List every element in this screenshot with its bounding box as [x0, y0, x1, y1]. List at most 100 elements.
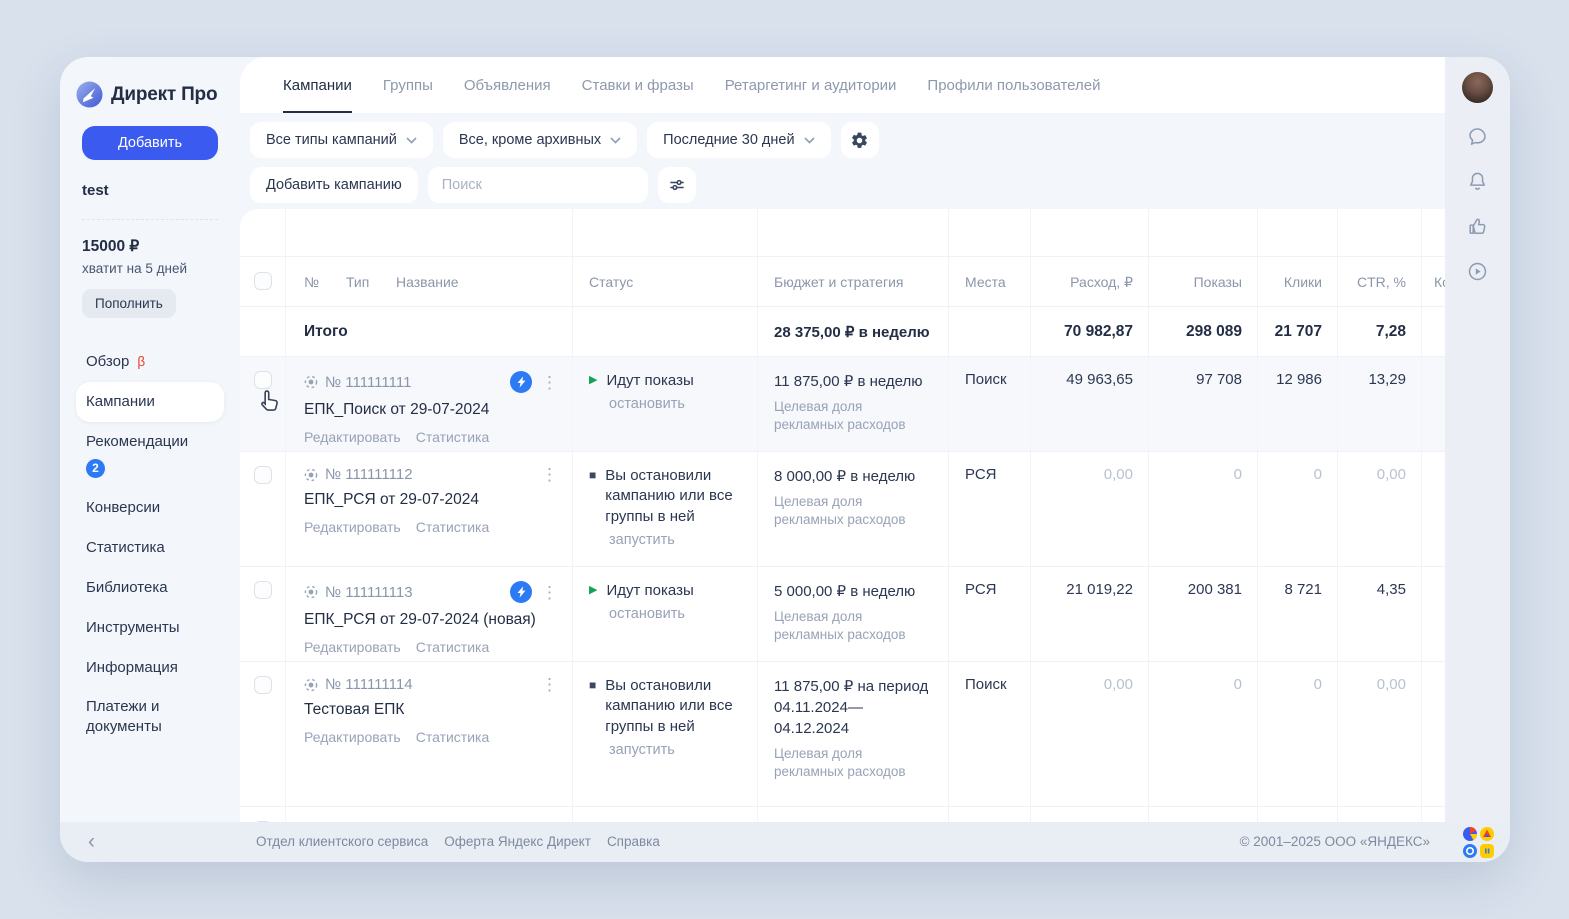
select-all-checkbox[interactable]	[254, 272, 272, 290]
col-header-num[interactable]: №	[304, 274, 346, 306]
running-status-icon: ▶	[589, 371, 597, 391]
brand-logo[interactable]: Директ Про	[76, 81, 224, 108]
sidebar: Директ Про Добавить test 15000 ₽ хватит …	[60, 57, 240, 822]
status-text: Идут показы	[606, 581, 693, 601]
col-header-ctr[interactable]: CTR, %	[1337, 257, 1421, 306]
boost-badge-icon[interactable]	[510, 581, 532, 603]
statistics-link[interactable]: Статистика	[416, 429, 490, 445]
sidebar-item-payments[interactable]: Платежи и документы	[76, 687, 224, 747]
col-header-conversions[interactable]: Ко	[1421, 257, 1445, 306]
col-header-clicks[interactable]: Клики	[1257, 257, 1337, 306]
boost-badge-icon[interactable]	[510, 371, 532, 393]
sidebar-item-statistics[interactable]: Статистика	[76, 528, 224, 568]
notifications-bell-icon[interactable]	[1466, 170, 1489, 193]
campaign-name[interactable]: ЕПК_РСЯ от 29-07-2024	[304, 490, 560, 510]
spend-value: 0,00	[1030, 662, 1148, 806]
col-header-name[interactable]: Название	[396, 274, 459, 306]
row-menu-icon[interactable]: ⋮	[539, 466, 560, 483]
row-checkbox[interactable]	[254, 371, 272, 389]
collapse-sidebar-icon[interactable]: ‹	[88, 831, 95, 852]
chat-icon[interactable]	[1466, 125, 1489, 148]
edit-link[interactable]: Редактировать	[304, 429, 401, 445]
campaign-name[interactable]: ЕПК_Поиск от 29-07-2024	[304, 400, 560, 420]
col-header-places[interactable]: Места	[948, 257, 1030, 306]
stop-action-link[interactable]: остановить	[609, 396, 743, 412]
col-header-status[interactable]: Статус	[572, 257, 757, 306]
add-button[interactable]: Добавить	[82, 126, 218, 160]
campaign-type-icon	[304, 678, 318, 692]
tab-user-profiles[interactable]: Профили пользователей	[927, 57, 1100, 113]
sidebar-item-overview[interactable]: Обзор β	[76, 342, 224, 382]
campaign-type-dropdown[interactable]: Все типы кампаний	[250, 122, 433, 158]
play-video-icon[interactable]	[1466, 260, 1489, 283]
start-action-link[interactable]: запустить	[609, 742, 743, 758]
stopped-status-icon: ■	[589, 676, 596, 737]
col-header-spend[interactable]: Расход, ₽	[1030, 257, 1148, 306]
right-icon-rail	[1445, 57, 1510, 862]
sidebar-item-conversions[interactable]: Конверсии	[76, 488, 224, 528]
totals-spend: 70 982,87	[1030, 307, 1148, 356]
table-settings-button[interactable]	[841, 122, 879, 158]
sidebar-item-tools[interactable]: Инструменты	[76, 608, 224, 648]
campaign-number: № 111111111	[325, 374, 411, 391]
row-checkbox[interactable]	[254, 466, 272, 484]
sidebar-item-recommendations[interactable]: Рекомендации 2	[76, 422, 224, 489]
totals-budget: 28 375,00 ₽ в неделю	[757, 307, 948, 356]
help-link[interactable]: Справка	[607, 834, 660, 849]
strategy-name: Целевая доля рекламных расходов	[774, 745, 934, 781]
col-header-shows[interactable]: Показы	[1148, 257, 1257, 306]
topup-button[interactable]: Пополнить	[82, 289, 176, 318]
col-header-budget[interactable]: Бюджет и стратегия	[757, 257, 948, 306]
strategy-name: Целевая доля рекламных расходов	[774, 493, 934, 529]
spend-value: 0,00	[1030, 452, 1148, 566]
search-input[interactable]	[428, 167, 648, 203]
totals-label: Итого	[285, 307, 572, 356]
user-avatar[interactable]	[1462, 72, 1493, 103]
campaign-name[interactable]: ЕПК_РСЯ от 29-07-2024 (новая)	[304, 610, 560, 630]
service-support-icon	[1463, 844, 1477, 858]
shows-value: 200 381	[1148, 567, 1257, 661]
totals-row: Итого 28 375,00 ₽ в неделю 70 982,87 298…	[240, 307, 1445, 357]
start-action-link[interactable]: запустить	[609, 532, 743, 548]
status-text: Вы остановили кампанию или все группы в …	[605, 676, 743, 737]
top-tab-bar: Кампании Группы Объявления Ставки и фраз…	[240, 57, 1445, 113]
tab-ads[interactable]: Объявления	[464, 57, 551, 113]
row-menu-icon[interactable]: ⋮	[539, 584, 560, 601]
spend-value: 49 963,65	[1030, 357, 1148, 451]
campaign-name[interactable]: Тестовая ЕПК	[304, 700, 560, 720]
client-service-link[interactable]: Отдел клиентского сервиса	[256, 834, 428, 849]
col-header-type[interactable]: Тип	[346, 274, 396, 306]
statistics-link[interactable]: Статистика	[416, 639, 490, 655]
add-campaign-button[interactable]: Добавить кампанию	[250, 167, 418, 203]
sidebar-item-campaigns[interactable]: Кампании	[76, 382, 224, 422]
yandex-services-widget[interactable]	[1463, 827, 1494, 858]
offer-link[interactable]: Оферта Яндекс Директ	[444, 834, 591, 849]
tab-retargeting[interactable]: Ретаргетинг и аудитории	[725, 57, 897, 113]
statistics-link[interactable]: Статистика	[416, 519, 490, 535]
thumbs-up-icon[interactable]	[1466, 215, 1489, 238]
tab-groups[interactable]: Группы	[383, 57, 433, 113]
tab-campaigns[interactable]: Кампании	[283, 57, 352, 113]
archive-filter-dropdown[interactable]: Все, кроме архивных	[443, 122, 637, 158]
edit-link[interactable]: Редактировать	[304, 519, 401, 535]
tab-bids-phrases[interactable]: Ставки и фразы	[582, 57, 694, 113]
sidebar-item-label: Кампании	[86, 392, 155, 412]
places-value: РСЯ	[948, 567, 1030, 661]
row-menu-icon[interactable]: ⋮	[539, 676, 560, 693]
edit-link[interactable]: Редактировать	[304, 639, 401, 655]
row-menu-icon[interactable]: ⋮	[539, 374, 560, 391]
service-direct-icon	[1480, 844, 1494, 858]
service-alert-icon	[1480, 827, 1494, 841]
period-dropdown[interactable]: Последние 30 дней	[647, 122, 830, 158]
edit-link[interactable]: Редактировать	[304, 729, 401, 745]
places-value: РСЯ	[948, 452, 1030, 566]
table-spacer-row	[240, 209, 1445, 257]
stop-action-link[interactable]: остановить	[609, 606, 743, 622]
statistics-link[interactable]: Статистика	[416, 729, 490, 745]
advanced-filters-button[interactable]	[658, 167, 696, 203]
row-checkbox[interactable]	[254, 581, 272, 599]
sidebar-item-information[interactable]: Информация	[76, 648, 224, 688]
places-value: Поиск	[948, 357, 1030, 451]
sidebar-item-library[interactable]: Библиотека	[76, 568, 224, 608]
row-checkbox[interactable]	[254, 676, 272, 694]
